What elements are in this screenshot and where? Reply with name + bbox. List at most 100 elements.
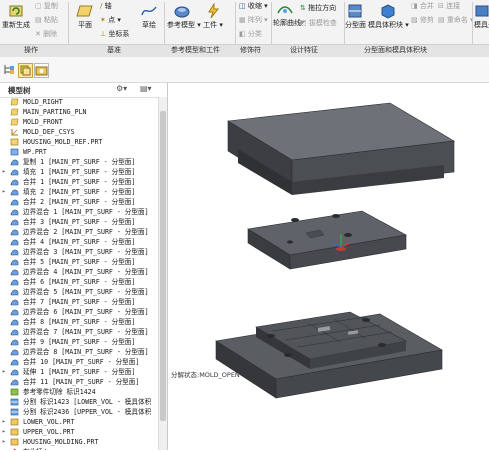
tree-item[interactable]: 合并 6 [MAIN_PT_SURF - 分型面] <box>0 277 158 287</box>
mold-component-button[interactable]: 模具元件 <box>474 3 489 30</box>
group-label-parting: 分型面和模具体积块 <box>364 46 427 54</box>
surface-icon <box>10 268 19 276</box>
upper-mold-plate[interactable] <box>227 102 455 195</box>
tree-item-label: 边界混合 6 [MAIN_PT_SURF - 分型面] <box>23 308 149 316</box>
trim-button[interactable]: ▧ 修剪 <box>411 15 434 25</box>
graphics-viewport[interactable] <box>168 83 489 450</box>
tree-item[interactable]: ▸ LOWER_VOL.PRT <box>0 417 158 427</box>
settings-icon[interactable]: ⚙▾ <box>116 84 127 93</box>
tree-item-label: 合并 6 [MAIN_PT_SURF - 分型面] <box>23 278 136 286</box>
tree-item[interactable]: MOLD_FRONT <box>0 117 158 127</box>
tree-item-label: 边界混合 4 [MAIN_PT_SURF - 分型面] <box>23 268 149 276</box>
split-button[interactable]: ◧ 分类 <box>239 29 262 39</box>
tree-item[interactable]: 合并 10 [MAIN_PT_SURF - 分型面] <box>0 357 158 367</box>
surface-icon <box>10 168 19 176</box>
tree-item[interactable]: 边界混合 6 [MAIN_PT_SURF - 分型面] <box>0 307 158 317</box>
array-button[interactable]: ▦ 阵列 ▾ <box>239 15 268 25</box>
tree-item[interactable]: ▸ HOUSING_MOLDING.PRT <box>0 437 158 447</box>
drag-direction-button[interactable]: ⇅ 拖拉方向 <box>300 3 336 13</box>
expand-arrow-icon[interactable]: ▸ <box>2 437 8 447</box>
tree-item[interactable]: 边界混合 2 [MAIN_PT_SURF - 分型面] <box>0 227 158 237</box>
tree-item[interactable]: 边界混合 4 [MAIN_PT_SURF - 分型面] <box>0 267 158 277</box>
tree-item[interactable]: 分割 标识1423 [LOWER_VOL - 模具体积 <box>0 397 158 407</box>
tree-item-label: 合并 9 [MAIN_PT_SURF - 分型面] <box>23 338 136 346</box>
surface-icon <box>10 368 19 376</box>
tree-item[interactable]: ▸ 填充 1 [MAIN_PT_SURF - 分型面] <box>0 167 158 177</box>
tree-item[interactable]: 合并 11 [MAIN_PT_SURF - 分型面] <box>0 377 158 387</box>
tree-scrollbar-thumb[interactable] <box>160 111 166 421</box>
tree-item[interactable]: 边界混合 3 [MAIN_PT_SURF - 分型面] <box>0 247 158 257</box>
expand-arrow-icon[interactable]: ▸ <box>2 367 8 377</box>
tree-item[interactable]: 合并 5 [MAIN_PT_SURF - 分型面] <box>0 257 158 267</box>
draft-check-button[interactable]: ◩ 拔模检查 <box>300 18 337 28</box>
merge-button[interactable]: ◨ 合并 <box>411 1 434 11</box>
ribbon: 重新生成 ▢ 复制 ▤ 粘贴 ✕ 删除 平面 / 轴 ✶ 点 ▾ ⊥ 坐标系 草… <box>0 0 489 57</box>
tree-item[interactable]: 合并 2 [MAIN_PT_SURF - 分型面] <box>0 197 158 207</box>
mold-assembly-view[interactable] <box>168 83 489 450</box>
shrink-button[interactable]: ◫ 收缩 ▾ <box>239 1 268 11</box>
tree-item[interactable]: 边界混合 1 [MAIN_PT_SURF - 分型面] <box>0 207 158 217</box>
workpiece-button[interactable]: 工件 ▾ <box>203 3 223 30</box>
copy-button[interactable]: ▢ 复制 <box>35 1 58 11</box>
tree-item[interactable]: 合并 7 [MAIN_PT_SURF - 分型面] <box>0 297 158 307</box>
paste-button[interactable]: ▤ 粘贴 <box>35 15 58 25</box>
ref-model-icon <box>174 6 190 18</box>
tree-item[interactable]: HOUSING_MOLD_REF.PRT <box>0 137 158 147</box>
rename-button[interactable]: ▤ 重命名 ▾ <box>438 15 474 25</box>
surface-icon <box>10 358 19 366</box>
lower-mold-plate[interactable] <box>215 311 443 399</box>
tree-item[interactable]: 合并 9 [MAIN_PT_SURF - 分型面] <box>0 337 158 347</box>
tree-item[interactable]: ▸ 延伸 1 [MAIN_PT_SURF - 分型面] <box>0 367 158 377</box>
tree-item-label: MOLD_FRONT <box>23 118 63 126</box>
expand-arrow-icon[interactable]: ▸ <box>2 427 8 437</box>
tree-item[interactable]: 参考零件切除 标识1424 <box>0 387 158 397</box>
datum-point-button[interactable]: ✶ 点 ▾ <box>100 15 121 25</box>
tree-item-label: 合并 1 [MAIN_PT_SURF - 分型面] <box>23 178 136 186</box>
tree-item[interactable]: WP.PRT <box>0 147 158 157</box>
tree-item[interactable]: MOLD_DEF_CSYS <box>0 127 158 137</box>
tree-item[interactable]: 边界混合 8 [MAIN_PT_SURF - 分型面] <box>0 347 158 357</box>
tree-item[interactable]: 合并 3 [MAIN_PT_SURF - 分型面] <box>0 217 158 227</box>
tree-item[interactable]: 合并 8 [MAIN_PT_SURF - 分型面] <box>0 317 158 327</box>
tree-item[interactable]: ▸ 填充 2 [MAIN_PT_SURF - 分型面] <box>0 187 158 197</box>
group-label-ref-parts: 参考模型和工件 <box>171 46 220 54</box>
surface-icon <box>10 158 19 166</box>
tree-item-label: 合并 5 [MAIN_PT_SURF - 分型面] <box>23 258 136 266</box>
csys-icon: ⊥ <box>100 30 107 38</box>
parting-surface-button[interactable]: 分型面 <box>345 3 366 30</box>
show-options-icon[interactable]: ▤▾ <box>140 84 152 93</box>
tree-item-label: 合并 3 [MAIN_PT_SURF - 分型面] <box>23 218 136 226</box>
datum-axis-button[interactable]: / 轴 <box>100 1 112 11</box>
sketch-button[interactable]: 草绘 <box>138 3 160 30</box>
mold-volume-button[interactable]: 模具体积块 ▾ <box>368 3 409 30</box>
link-button[interactable]: ⊟ 连接 <box>438 1 460 11</box>
delete-button[interactable]: ✕ 删除 <box>35 29 57 39</box>
datum-plane-button[interactable]: 平面 <box>73 3 97 30</box>
expand-arrow-icon[interactable]: ▸ <box>2 417 8 427</box>
surface-icon <box>10 258 19 266</box>
expand-arrow-icon[interactable]: ▸ <box>2 187 8 197</box>
tree-item[interactable]: 边界混合 7 [MAIN_PT_SURF - 分型面] <box>0 327 158 337</box>
group-label-datum: 基准 <box>107 46 121 54</box>
model-tree-tab[interactable] <box>3 63 16 76</box>
point-icon: ✶ <box>100 16 106 24</box>
tree-item[interactable]: 复制 1 [MAIN_PT_SURF - 分型面] <box>0 157 158 167</box>
tree-item[interactable]: 分割 标识2436 [UPPER_VOL - 模具体积 <box>0 407 158 417</box>
tree-item[interactable]: 边界混合 5 [MAIN_PT_SURF - 分型面] <box>0 287 158 297</box>
tree-item[interactable]: 合并 1 [MAIN_PT_SURF - 分型面] <box>0 177 158 187</box>
ref-model-button[interactable]: 参考模型 ▾ <box>167 3 201 30</box>
tree-scrollbar[interactable] <box>158 97 167 450</box>
regenerate-button[interactable]: 重新生成 <box>1 3 31 30</box>
molding-part[interactable] <box>247 210 407 270</box>
tree-item-label: MOLD_RIGHT <box>23 98 63 106</box>
layers-tab[interactable] <box>18 63 33 78</box>
favorites-tab[interactable] <box>34 63 49 78</box>
tree-item[interactable]: ▸ UPPER_VOL.PRT <box>0 427 158 437</box>
tree-item[interactable]: MAIN_PARTING_PLN <box>0 107 158 117</box>
contour-curve-button[interactable]: 轮廓曲线 <box>273 3 301 28</box>
expand-arrow-icon[interactable]: ▸ <box>2 167 8 177</box>
datum-csys-button[interactable]: ⊥ 坐标系 <box>100 29 129 39</box>
tree-item[interactable]: MOLD_RIGHT <box>0 97 158 107</box>
tree-item[interactable]: 合并 4 [MAIN_PT_SURF - 分型面] <box>0 237 158 247</box>
model-tree[interactable]: MOLD_RIGHT MAIN_PARTING_PLN MOLD_FRONT MOLD… <box>0 97 158 450</box>
